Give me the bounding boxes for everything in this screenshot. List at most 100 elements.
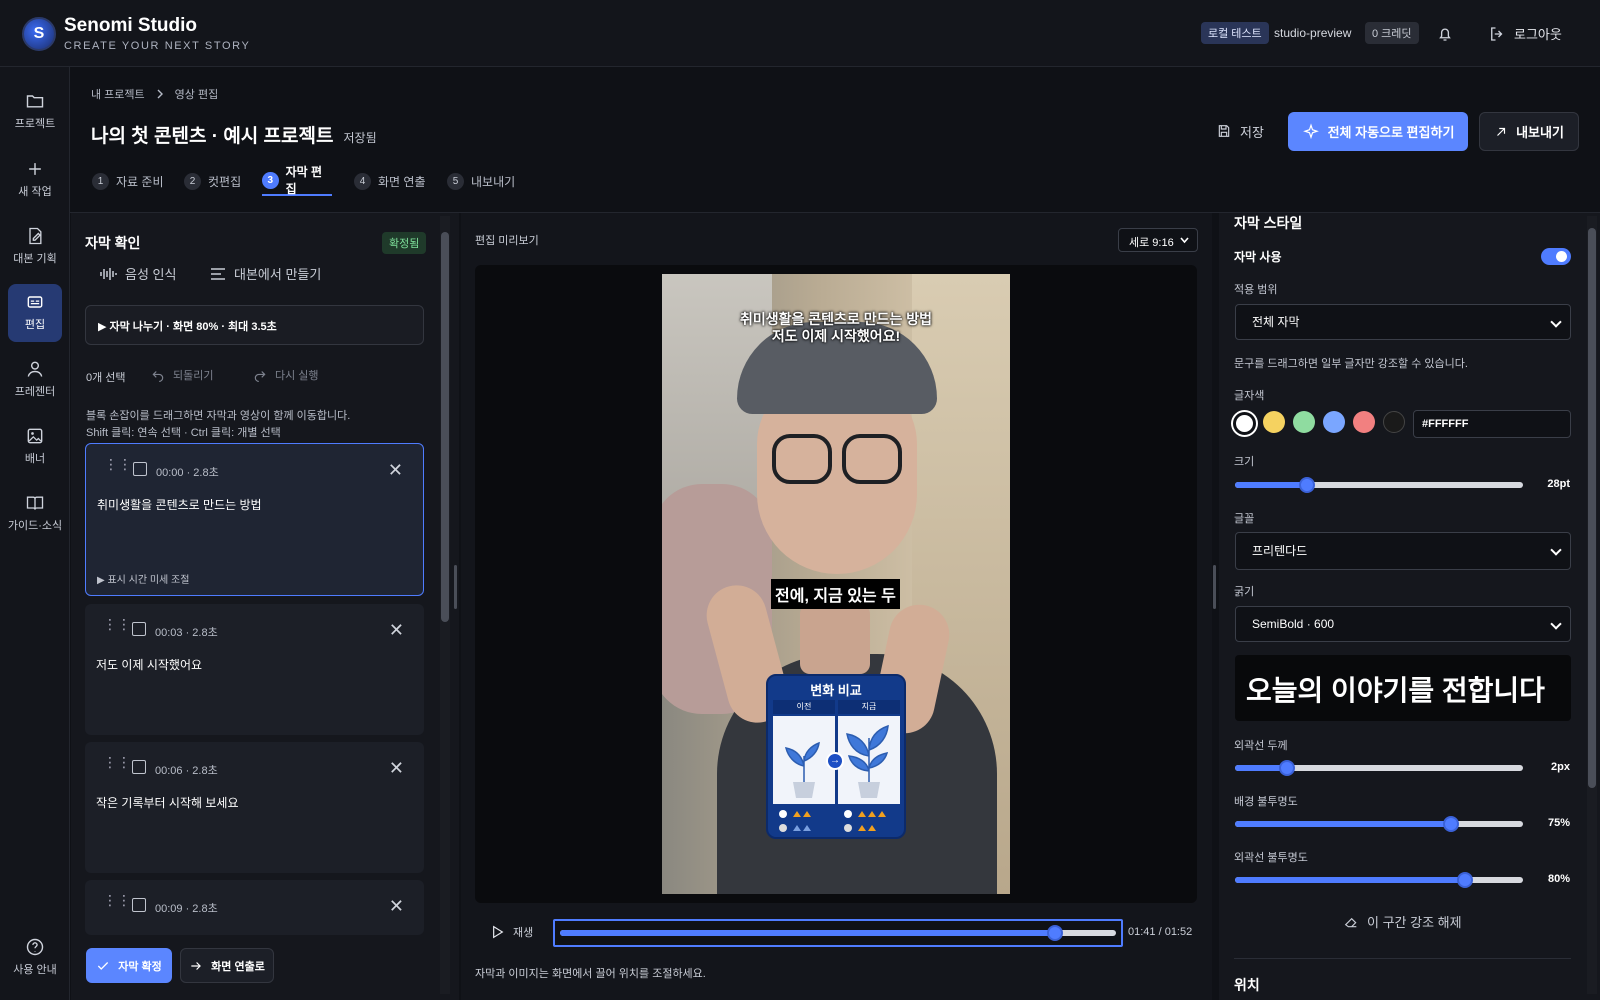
sidebar-item-banner[interactable]: 배너	[8, 418, 62, 476]
step-number: 1	[92, 172, 109, 190]
range-select[interactable]: 전체 자막	[1235, 304, 1571, 340]
play-button[interactable]: 재생	[489, 924, 533, 940]
credits-badge: 0 크레딧	[1365, 22, 1419, 44]
slider-knob[interactable]	[1278, 760, 1295, 776]
selected-count: 0개 선택	[86, 372, 126, 384]
chevron-right-icon	[157, 89, 163, 99]
scrollbar-thumb[interactable]	[441, 232, 449, 622]
close-icon[interactable]: ✕	[389, 758, 404, 779]
image-icon	[27, 428, 43, 444]
drag-handle-icon[interactable]: ⋮⋮	[104, 457, 132, 476]
timeline-knob[interactable]	[1046, 925, 1063, 941]
close-icon[interactable]: ✕	[389, 620, 404, 641]
voice-recognition-tab[interactable]: 음성 인식	[99, 264, 176, 283]
check-icon	[98, 961, 109, 970]
tab-step-3[interactable]: 3 자막 편집	[262, 165, 332, 196]
style-panel-scrollbar[interactable]	[1587, 216, 1597, 994]
tab-step-4[interactable]: 4 화면 연출	[354, 166, 426, 196]
outline-opacity-label: 외곽선 불투명도	[1234, 852, 1308, 864]
style-preview-sample: 오늘의 이야기를 전합니다	[1235, 655, 1571, 721]
use-subtitles-toggle[interactable]	[1541, 248, 1571, 265]
sidebar-item-projects[interactable]: 프로젝트	[8, 83, 62, 141]
auto-edit-button[interactable]: 전체 자동으로 편집하기	[1288, 112, 1468, 151]
swatch-blue[interactable]	[1323, 411, 1345, 433]
confirm-subtitles-button[interactable]: 자막 확정	[86, 948, 172, 983]
redo-button[interactable]: 다시 실행	[253, 367, 319, 383]
outline-opacity-slider[interactable]	[1235, 872, 1523, 888]
card-text[interactable]: 저도 이제 시작했어요	[96, 656, 202, 673]
slider-knob[interactable]	[1443, 816, 1459, 832]
clear-highlight-button[interactable]: 이 구간 강조 해제	[1343, 912, 1462, 931]
stats-icons	[779, 810, 886, 832]
subtitle-card[interactable]: ⋮⋮ 00:09 · 2.8초 ✕	[85, 880, 424, 935]
card-checkbox[interactable]	[132, 622, 146, 636]
card-checkbox[interactable]	[133, 462, 147, 476]
drag-handle-icon[interactable]: ⋮⋮	[103, 893, 131, 912]
color-hex-input[interactable]	[1413, 410, 1571, 438]
sidebar-item-edit[interactable]: 편집	[8, 284, 62, 342]
bg-opacity-slider[interactable]	[1235, 816, 1523, 832]
swatch-white[interactable]	[1233, 412, 1256, 435]
bell-icon[interactable]	[1436, 25, 1454, 43]
go-to-direction-button[interactable]: 화면 연출로	[180, 948, 274, 983]
save-button[interactable]: 저장	[1202, 113, 1278, 149]
timeline-scrubber[interactable]	[553, 919, 1123, 947]
ratio-value: 세로 9:16	[1129, 237, 1174, 249]
swatch-green[interactable]	[1293, 411, 1315, 433]
step-label: 내보내기	[471, 174, 516, 189]
close-icon[interactable]: ✕	[389, 896, 404, 917]
breadcrumb-projects[interactable]: 내 프로젝트	[91, 86, 145, 102]
slider-fill	[1235, 877, 1466, 883]
sidebar-item-guide[interactable]: 가이드·소식	[8, 485, 62, 543]
sidebar-item-presenter[interactable]: 프레젠터	[8, 351, 62, 409]
left-resize-handle[interactable]	[454, 565, 457, 609]
close-icon[interactable]: ✕	[388, 460, 403, 481]
from-script-tab[interactable]: 대본에서 만들기	[210, 264, 321, 283]
tab-step-5[interactable]: 5 내보내기	[447, 166, 515, 196]
glasses-right	[842, 434, 902, 484]
sidebar-item-help[interactable]: 사용 안내	[8, 929, 62, 987]
play-icon	[493, 925, 504, 939]
tab-step-2[interactable]: 2 컷편집	[184, 166, 241, 196]
undo-button[interactable]: 되돌리기	[151, 367, 213, 383]
app-logo[interactable]	[22, 17, 56, 51]
subtitle-overlay-mid[interactable]: 전에, 지금 있는 두	[771, 579, 900, 609]
outline-width-slider[interactable]	[1235, 760, 1523, 776]
split-settings-toggle[interactable]: ▶ 자막 나누기 · 화면 80% · 최대 3.5초	[85, 305, 424, 345]
swatch-yellow[interactable]	[1263, 411, 1285, 433]
sidebar-item-new-task[interactable]: 새 작업	[8, 151, 62, 209]
subtitle-list-scrollbar[interactable]	[440, 216, 450, 994]
scrollbar-thumb[interactable]	[1588, 228, 1596, 788]
aspect-ratio-select[interactable]: 세로 9:16	[1118, 228, 1198, 252]
comparison-card-overlay[interactable]: 변화 비교 이전 지금 →	[766, 674, 906, 839]
card-checkbox[interactable]	[132, 760, 146, 774]
subtitle-card[interactable]: ⋮⋮ 00:06 · 2.8초 ✕ 작은 기록부터 시작해 보세요	[85, 742, 424, 873]
weight-select[interactable]: SemiBold · 600	[1235, 606, 1571, 642]
sidebar-item-script[interactable]: 대본 기획	[8, 218, 62, 276]
logout-button[interactable]: 로그아웃	[1488, 24, 1562, 43]
export-button[interactable]: 내보내기	[1479, 112, 1579, 151]
glasses-left	[772, 434, 832, 484]
drag-handle-icon[interactable]: ⋮⋮	[103, 617, 131, 636]
swatch-red[interactable]	[1353, 411, 1375, 433]
fine-tune-toggle[interactable]: ▶ 표시 시간 미세 조절	[97, 571, 189, 586]
drag-handle-icon[interactable]: ⋮⋮	[103, 755, 131, 774]
slider-fill	[1235, 482, 1307, 488]
card-text[interactable]: 작은 기록부터 시작해 보세요	[96, 794, 238, 811]
font-select[interactable]: 프리텐다드	[1235, 532, 1571, 570]
save-label: 저장	[1240, 124, 1264, 140]
swatch-black[interactable]	[1383, 411, 1405, 433]
right-resize-handle[interactable]	[1213, 565, 1216, 609]
slider-knob[interactable]	[1299, 477, 1315, 493]
card-checkbox[interactable]	[132, 898, 146, 912]
size-slider[interactable]	[1235, 477, 1523, 493]
breadcrumb: 내 프로젝트 영상 편집	[91, 86, 218, 102]
tab-step-1[interactable]: 1 자료 준비	[92, 166, 164, 196]
subtitle-card[interactable]: ⋮⋮ 00:03 · 2.8초 ✕ 저도 이제 시작했어요	[85, 604, 424, 735]
subtitle-card[interactable]: ⋮⋮ 00:00 · 2.8초 ✕ 취미생활을 콘텐츠로 만드는 방법 ▶ 표시…	[85, 443, 424, 596]
step-label: 화면 연출	[378, 174, 426, 189]
card-text[interactable]: 취미생활을 콘텐츠로 만드는 방법	[97, 496, 262, 513]
font-label: 글꼴	[1234, 513, 1255, 525]
subtitle-overlay-top[interactable]: 취미생활을 콘텐츠로 만드는 방법 저도 이제 시작했어요!	[662, 311, 1010, 345]
timeline-progress	[560, 930, 1055, 936]
